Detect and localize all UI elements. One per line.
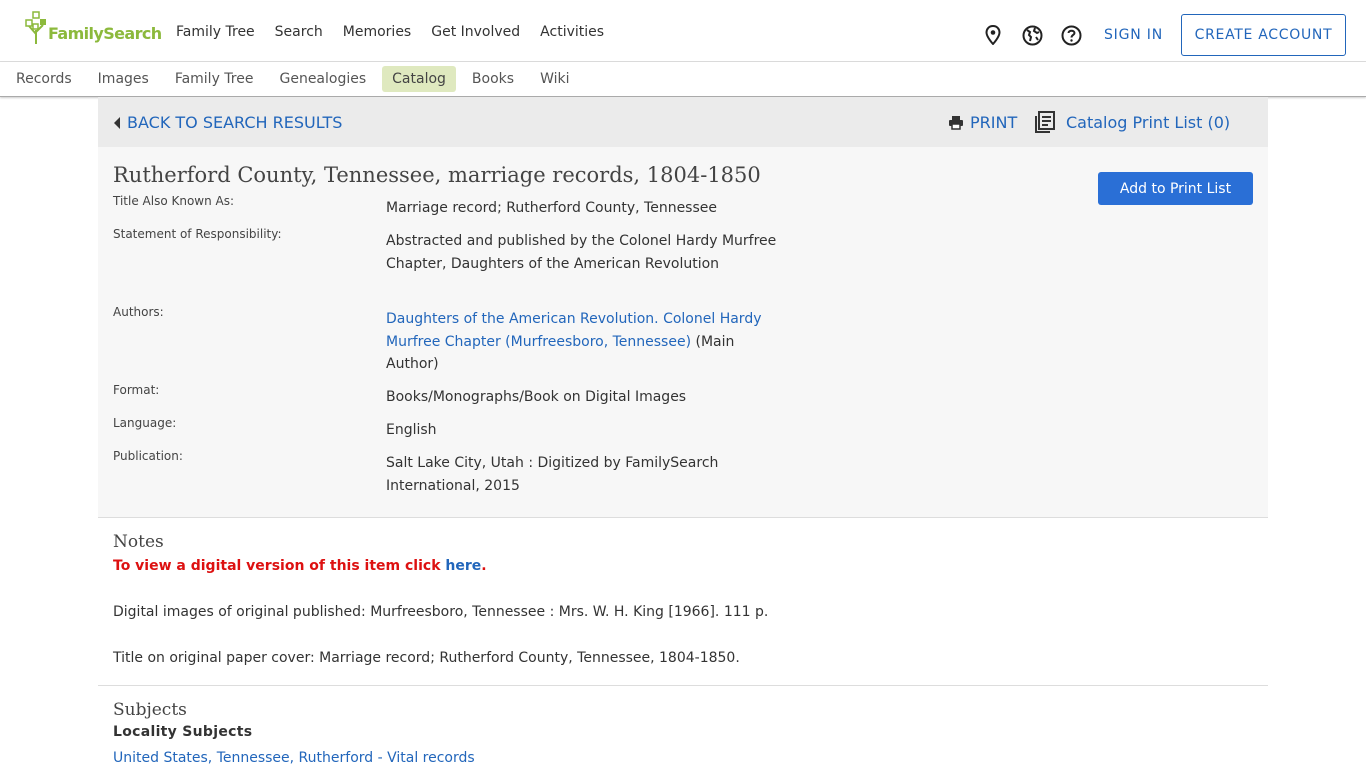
field-value: Abstracted and published by the Colonel …	[386, 233, 777, 272]
subjects-section: Subjects Locality Subjects United States…	[98, 686, 1268, 776]
subnav-images[interactable]: Images	[88, 66, 159, 92]
sub-nav: Records Images Family Tree Genealogies C…	[0, 62, 1366, 97]
brand-wordmark: FamilySearch	[48, 24, 162, 43]
field-label: Format:	[113, 383, 160, 397]
add-to-print-list-button[interactable]: Add to Print List	[1098, 172, 1253, 205]
field-label: Statement of Responsibility:	[113, 227, 282, 241]
digital-notice-text: To view a digital version of this item c…	[113, 558, 446, 574]
top-header: FamilySearch Family Tree Search Memories…	[0, 0, 1366, 62]
create-account-button[interactable]: CREATE ACCOUNT	[1181, 14, 1346, 56]
digital-version-notice: To view a digital version of this item c…	[113, 558, 487, 574]
print-link[interactable]: PRINT	[948, 113, 1017, 132]
subnav-records[interactable]: Records	[6, 66, 82, 92]
field-value: Salt Lake City, Utah : Digitized by Fami…	[386, 455, 719, 494]
digital-version-link[interactable]: here	[445, 558, 481, 574]
main-nav-memories[interactable]: Memories	[343, 24, 411, 40]
field-value: Daughters of the American Revolution. Co…	[386, 308, 781, 376]
main-nav: Family Tree Search Memories Get Involved…	[176, 24, 604, 40]
familysearch-logo[interactable]: FamilySearch	[24, 10, 162, 44]
help-icon[interactable]	[1060, 24, 1082, 46]
note-original-published: Digital images of original published: Mu…	[113, 604, 769, 620]
locality-subject-link[interactable]: United States, Tennessee, Rutherford - V…	[113, 750, 475, 766]
catalog-record: BACK TO SEARCH RESULTS PRINT Catalog Pri…	[98, 97, 1268, 766]
printer-icon	[949, 116, 963, 130]
caret-left-icon	[114, 116, 120, 129]
field-label: Authors:	[113, 305, 164, 319]
note-original-cover: Title on original paper cover: Marriage …	[113, 650, 740, 666]
subnav-catalog[interactable]: Catalog	[382, 66, 456, 92]
subnav-books[interactable]: Books	[462, 66, 524, 92]
record-toolbar: BACK TO SEARCH RESULTS PRINT Catalog Pri…	[98, 97, 1268, 147]
main-nav-search[interactable]: Search	[275, 24, 323, 40]
back-label: BACK TO SEARCH RESULTS	[127, 113, 343, 132]
main-nav-family-tree[interactable]: Family Tree	[176, 24, 255, 40]
location-pin-icon[interactable]	[982, 24, 1004, 46]
notes-section: Notes To view a digital version of this …	[98, 518, 1268, 686]
tree-logo-icon	[24, 10, 50, 44]
subnav-family-tree[interactable]: Family Tree	[165, 66, 264, 92]
back-to-search-results-link[interactable]: BACK TO SEARCH RESULTS	[114, 113, 342, 132]
field-label: Language:	[113, 416, 177, 430]
subnav-genealogies[interactable]: Genealogies	[269, 66, 376, 92]
field-value: Marriage record; Rutherford County, Tenn…	[386, 200, 717, 216]
main-nav-activities[interactable]: Activities	[540, 24, 604, 40]
print-label: PRINT	[970, 113, 1018, 132]
sign-in-link[interactable]: SIGN IN	[1104, 27, 1163, 43]
globe-icon[interactable]	[1021, 24, 1043, 46]
record-details: Rutherford County, Tennessee, marriage r…	[98, 147, 1268, 518]
field-value: Books/Monographs/Book on Digital Images	[386, 389, 687, 405]
notes-heading: Notes	[113, 532, 164, 552]
catalog-print-list-label: Catalog Print List (0)	[1066, 112, 1231, 132]
catalog-print-list-link[interactable]: Catalog Print List (0)	[1034, 111, 1230, 133]
print-list-icon	[1035, 111, 1055, 133]
field-value: English	[386, 422, 437, 438]
locality-subjects-heading: Locality Subjects	[113, 724, 253, 740]
record-title: Rutherford County, Tennessee, marriage r…	[113, 163, 761, 187]
subjects-heading: Subjects	[113, 700, 187, 720]
digital-notice-end: .	[481, 558, 487, 574]
subnav-wiki[interactable]: Wiki	[530, 66, 579, 92]
field-label: Title Also Known As:	[113, 194, 235, 208]
main-nav-get-involved[interactable]: Get Involved	[431, 24, 520, 40]
header-actions: SIGN IN CREATE ACCOUNT	[965, 14, 1346, 56]
field-label: Publication:	[113, 449, 183, 463]
